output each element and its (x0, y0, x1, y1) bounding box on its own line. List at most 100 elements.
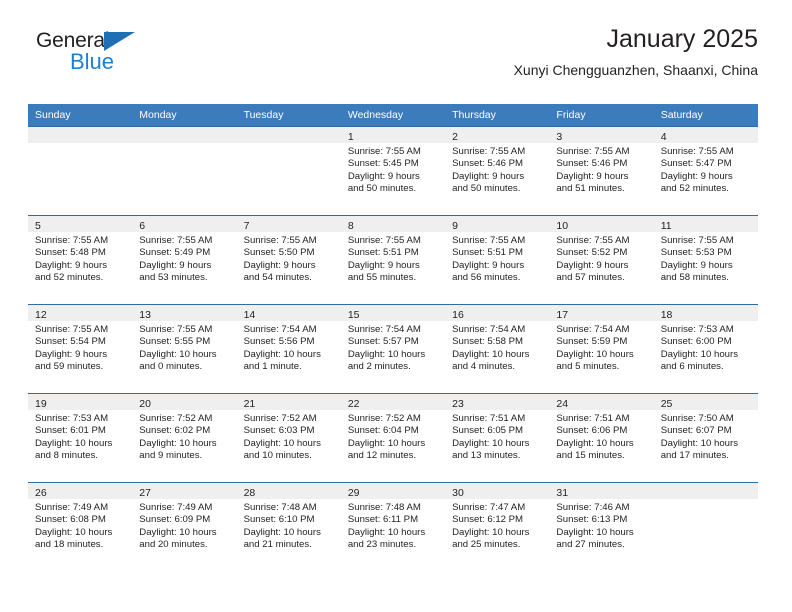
sunrise-text: Sunrise: 7:48 AM (243, 502, 317, 513)
day-cell[interactable]: 30 Sunrise: 7:47 AM Sunset: 6:12 PM Dayligh… (445, 483, 550, 571)
day-cell[interactable]: 26 Sunrise: 7:49 AM Sunset: 6:08 PM Dayligh… (28, 483, 133, 571)
daylight-text-line1: Daylight: 10 hours (660, 437, 739, 449)
sunrise-text: Sunrise: 7:54 AM (347, 324, 421, 335)
sunrise-text: Sunrise: 7:54 AM (452, 324, 526, 335)
sunrise-text: Sunrise: 7:51 AM (452, 413, 526, 424)
day-cell[interactable]: 4 Sunrise: 7:55 AM Sunset: 5:47 PM Daylight… (653, 127, 758, 215)
day-cell[interactable]: 23 Sunrise: 7:51 AM Sunset: 6:05 PM Dayligh… (445, 394, 550, 482)
day-cell[interactable]: 29 Sunrise: 7:48 AM Sunset: 6:11 PM Dayligh… (340, 483, 446, 571)
daylight-text-line1: Daylight: 9 hours (556, 259, 629, 271)
day-cell[interactable]: 12 Sunrise: 7:55 AM Sunset: 5:54 PM Dayligh… (28, 305, 133, 393)
sunset-text: Sunset: 5:45 PM (347, 158, 419, 170)
day-number: 22 (347, 398, 360, 410)
day-number: 12 (35, 309, 47, 321)
daylight-text-line2: and 56 minutes. (452, 271, 521, 283)
daylight-text-line1: Daylight: 10 hours (243, 437, 321, 449)
daylight-text-line1: Daylight: 9 hours (347, 170, 420, 182)
day-number-band: 19 (28, 394, 133, 410)
calendar-week-row: 26 Sunrise: 7:49 AM Sunset: 6:08 PM Dayligh… (28, 482, 758, 571)
day-cell[interactable]: 3 Sunrise: 7:55 AM Sunset: 5:46 PM Daylight… (549, 127, 654, 215)
day-cell[interactable]: 25 Sunrise: 7:50 AM Sunset: 6:07 PM Dayligh… (653, 394, 758, 482)
daylight-text-line1: Daylight: 9 hours (35, 348, 107, 360)
day-number: 20 (139, 398, 151, 410)
day-number-band: 16 (445, 305, 550, 321)
weekday-header-monday: Monday (139, 109, 177, 121)
day-cell[interactable]: 15 Sunrise: 7:54 AM Sunset: 5:57 PM Dayligh… (340, 305, 446, 393)
day-cell[interactable]: 10 Sunrise: 7:55 AM Sunset: 5:52 PM Dayligh… (549, 216, 654, 304)
day-cell[interactable]: 22 Sunrise: 7:52 AM Sunset: 6:04 PM Dayligh… (340, 394, 446, 482)
sunrise-text: Sunrise: 7:55 AM (139, 324, 213, 335)
daylight-text-line1: Daylight: 9 hours (452, 259, 525, 271)
sunrise-text: Sunrise: 7:52 AM (139, 413, 213, 424)
daylight-text-line1: Daylight: 10 hours (243, 348, 321, 360)
day-cell[interactable]: 18 Sunrise: 7:53 AM Sunset: 6:00 PM Dayligh… (653, 305, 758, 393)
day-number: 4 (660, 131, 667, 143)
calendar-week-row: 19 Sunrise: 7:53 AM Sunset: 6:01 PM Dayligh… (28, 393, 758, 482)
day-cell[interactable]: 6 Sunrise: 7:55 AM Sunset: 5:49 PM Daylight… (132, 216, 237, 304)
day-number-band: 17 (549, 305, 654, 321)
daylight-text-line2: and 51 minutes. (556, 182, 625, 194)
day-details: Sunrise: 7:55 AM Sunset: 5:51 PM Daylight:… (445, 232, 549, 284)
day-details: Sunrise: 7:48 AM Sunset: 6:11 PM Daylight:… (341, 499, 445, 551)
day-number-band (236, 127, 341, 143)
sunset-text: Sunset: 5:54 PM (35, 336, 106, 348)
sunrise-text: Sunrise: 7:55 AM (347, 146, 421, 157)
day-details: Sunrise: 7:54 AM Sunset: 5:57 PM Daylight:… (341, 321, 445, 373)
day-number: 8 (347, 220, 354, 232)
day-cell[interactable]: 8 Sunrise: 7:55 AM Sunset: 5:51 PM Daylight… (340, 216, 446, 304)
day-cell[interactable]: 11 Sunrise: 7:55 AM Sunset: 5:53 PM Dayligh… (653, 216, 758, 304)
day-details: Sunrise: 7:53 AM Sunset: 6:01 PM Daylight:… (28, 410, 132, 462)
day-cell[interactable]: 24 Sunrise: 7:51 AM Sunset: 6:06 PM Dayligh… (549, 394, 654, 482)
sunrise-text: Sunrise: 7:52 AM (243, 413, 317, 424)
day-cell[interactable]: 28 Sunrise: 7:48 AM Sunset: 6:10 PM Dayligh… (236, 483, 341, 571)
daylight-text-line1: Daylight: 10 hours (243, 526, 321, 538)
day-details: Sunrise: 7:54 AM Sunset: 5:56 PM Daylight:… (237, 321, 341, 373)
sunset-text: Sunset: 5:46 PM (452, 158, 524, 170)
day-cell[interactable]: 27 Sunrise: 7:49 AM Sunset: 6:09 PM Dayligh… (132, 483, 237, 571)
day-number-band (653, 483, 758, 499)
day-cell[interactable]: 13 Sunrise: 7:55 AM Sunset: 5:55 PM Dayligh… (132, 305, 237, 393)
daylight-text-line1: Daylight: 10 hours (35, 437, 113, 449)
logo-text-blue: Blue (70, 49, 115, 74)
day-details: Sunrise: 7:51 AM Sunset: 6:06 PM Daylight:… (549, 410, 653, 462)
day-cell[interactable]: 31 Sunrise: 7:46 AM Sunset: 6:13 PM Dayligh… (549, 483, 654, 571)
day-cell[interactable]: 21 Sunrise: 7:52 AM Sunset: 6:03 PM Dayligh… (236, 394, 341, 482)
day-number-band: 21 (236, 394, 341, 410)
daylight-text-line2: and 15 minutes. (556, 449, 625, 461)
day-cell[interactable]: 20 Sunrise: 7:52 AM Sunset: 6:02 PM Dayligh… (132, 394, 237, 482)
day-details: Sunrise: 7:54 AM Sunset: 5:58 PM Daylight:… (445, 321, 549, 373)
day-details: Sunrise: 7:55 AM Sunset: 5:49 PM Daylight:… (132, 232, 236, 284)
day-number: 31 (556, 487, 569, 499)
sunset-text: Sunset: 6:08 PM (35, 514, 106, 526)
day-number: 27 (139, 487, 151, 499)
day-cell[interactable]: 9 Sunrise: 7:55 AM Sunset: 5:51 PM Daylight… (445, 216, 550, 304)
sunset-text: Sunset: 6:05 PM (452, 425, 524, 437)
day-details: Sunrise: 7:52 AM Sunset: 6:04 PM Daylight:… (341, 410, 445, 462)
sunset-text: Sunset: 5:59 PM (556, 336, 628, 348)
day-number: 10 (556, 220, 569, 232)
day-cell[interactable]: 1 Sunrise: 7:55 AM Sunset: 5:45 PM Daylight… (340, 127, 446, 215)
day-cell[interactable]: 7 Sunrise: 7:55 AM Sunset: 5:50 PM Daylight… (236, 216, 341, 304)
day-number-band: 31 (549, 483, 654, 499)
day-cell[interactable]: 5 Sunrise: 7:55 AM Sunset: 5:48 PM Daylight… (28, 216, 133, 304)
daylight-text-line2: and 20 minutes. (139, 538, 208, 550)
day-cell[interactable]: 19 Sunrise: 7:53 AM Sunset: 6:01 PM Dayligh… (28, 394, 133, 482)
day-details: Sunrise: 7:49 AM Sunset: 6:09 PM Daylight:… (132, 499, 236, 551)
day-number-band: 28 (236, 483, 341, 499)
sunrise-text: Sunrise: 7:48 AM (347, 502, 421, 513)
daylight-text-line2: and 9 minutes. (139, 449, 203, 461)
day-cell[interactable]: 2 Sunrise: 7:55 AM Sunset: 5:46 PM Daylight… (445, 127, 550, 215)
day-cell[interactable]: 14 Sunrise: 7:54 AM Sunset: 5:56 PM Dayligh… (236, 305, 341, 393)
daylight-text-line1: Daylight: 9 hours (35, 259, 107, 271)
day-number-band: 27 (132, 483, 237, 499)
sunset-text: Sunset: 5:46 PM (556, 158, 628, 170)
day-number-band: 5 (28, 216, 133, 232)
sunrise-text: Sunrise: 7:49 AM (35, 502, 109, 513)
day-cell[interactable]: 17 Sunrise: 7:54 AM Sunset: 5:59 PM Dayligh… (549, 305, 654, 393)
daylight-text-line1: Daylight: 10 hours (347, 526, 426, 538)
day-details: Sunrise: 7:55 AM Sunset: 5:51 PM Daylight:… (341, 232, 445, 284)
general-blue-logo[interactable]: General Blue (36, 30, 216, 86)
day-cell[interactable]: 16 Sunrise: 7:54 AM Sunset: 5:58 PM Dayligh… (445, 305, 550, 393)
day-details: Sunrise: 7:55 AM Sunset: 5:46 PM Daylight:… (445, 143, 549, 195)
day-details: Sunrise: 7:53 AM Sunset: 6:00 PM Daylight:… (654, 321, 758, 373)
